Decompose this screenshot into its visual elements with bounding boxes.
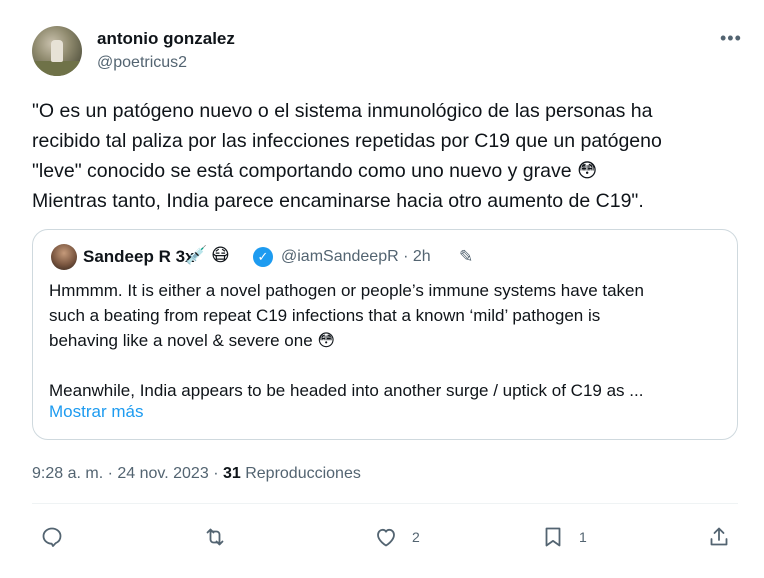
quote-author-avatar: [51, 244, 77, 270]
views-label: Reproducciones: [245, 465, 361, 482]
separator-dot: ·: [107, 465, 118, 482]
quoted-post[interactable]: Sandeep R 3x 💉 😷 ✓ @iamSandeepR · 2h ✎ H…: [32, 229, 738, 440]
bookmark-count: 1: [579, 529, 587, 545]
like-icon: [377, 528, 395, 547]
post-text-line: Mientras tanto, India parece encaminarse…: [32, 190, 644, 212]
bookmark-icon: [545, 527, 561, 547]
author-avatar[interactable]: [32, 26, 82, 76]
more-options-icon[interactable]: •••: [720, 28, 742, 49]
post-text-line: recibido tal paliza por las infecciones …: [32, 130, 662, 152]
repost-button[interactable]: [203, 521, 227, 553]
quote-text-line: such a beating from repeat C19 infection…: [49, 306, 601, 325]
bookmark-button[interactable]: 1: [541, 521, 587, 553]
show-more-link[interactable]: Mostrar más: [49, 402, 143, 422]
divider: [32, 503, 738, 504]
quote-handle-text: @iamSandeepR: [281, 248, 399, 265]
author-handle[interactable]: @poetricus2: [97, 54, 187, 72]
like-count: 2: [412, 529, 420, 545]
share-icon: [710, 527, 728, 546]
syringe-emoji: 💉: [185, 245, 208, 265]
post-metadata: 9:28 a. m. · 24 nov. 2023 · 31 Reproducc…: [32, 465, 361, 483]
reply-button[interactable]: [40, 521, 64, 553]
quote-time: 2h: [412, 248, 431, 265]
quote-author-handle: @iamSandeepR · 2h: [281, 248, 431, 266]
views-count: 31: [222, 465, 241, 482]
post-text-line: "O es un patógeno nuevo o el sistema inm…: [32, 100, 653, 122]
quote-text-line: behaving like a novel & severe one 😳: [49, 331, 336, 350]
quote-text-line: [49, 353, 729, 378]
separator-dot: ·: [213, 465, 223, 482]
post-text-line: "leve" conocido se está comportando como…: [32, 160, 598, 182]
mask-emoji: 😷: [211, 245, 230, 265]
quote-text-line: Hmmmm. It is either a novel pathogen or …: [49, 281, 644, 300]
author-name[interactable]: antonio gonzalez: [97, 29, 235, 49]
post-text: "O es un patógeno nuevo o el sistema inm…: [32, 96, 732, 216]
quote-text: Hmmmm. It is either a novel pathogen or …: [49, 278, 729, 403]
repost-icon: [206, 528, 224, 546]
like-button[interactable]: 2: [374, 521, 420, 553]
verified-badge-icon: ✓: [253, 247, 273, 267]
avatar-background: [32, 61, 82, 76]
post-time[interactable]: 9:28 a. m.: [32, 465, 103, 482]
separator-dot: ·: [403, 248, 413, 265]
edited-pencil-icon: ✎: [459, 247, 474, 266]
quote-text-line: Meanwhile, India appears to be headed in…: [49, 381, 644, 400]
post-date[interactable]: 24 nov. 2023: [117, 465, 208, 482]
avatar-figure: [51, 40, 63, 62]
action-bar: 2 1: [0, 521, 764, 553]
quote-author-name: Sandeep R 3x: [83, 247, 195, 266]
reply-icon: [42, 527, 62, 547]
share-button[interactable]: [707, 521, 731, 553]
